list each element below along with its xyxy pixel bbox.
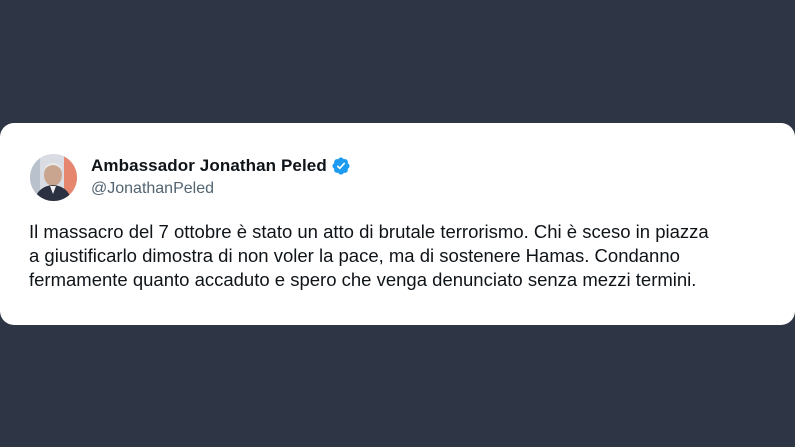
tweet-author[interactable]: Ambassador Jonathan Peled @JonathanPeled [91, 156, 351, 198]
profile-photo-icon [30, 154, 77, 201]
author-handle[interactable]: @JonathanPeled [91, 180, 351, 198]
author-display-name[interactable]: Ambassador Jonathan Peled [91, 156, 327, 176]
tweet-text: Il massacro del 7 ottobre è stato un att… [29, 221, 709, 290]
author-name-row: Ambassador Jonathan Peled [91, 156, 351, 176]
tweet-card: Ambassador Jonathan Peled @JonathanPeled… [0, 123, 795, 325]
avatar[interactable] [30, 154, 77, 201]
verified-badge-icon [331, 156, 351, 176]
